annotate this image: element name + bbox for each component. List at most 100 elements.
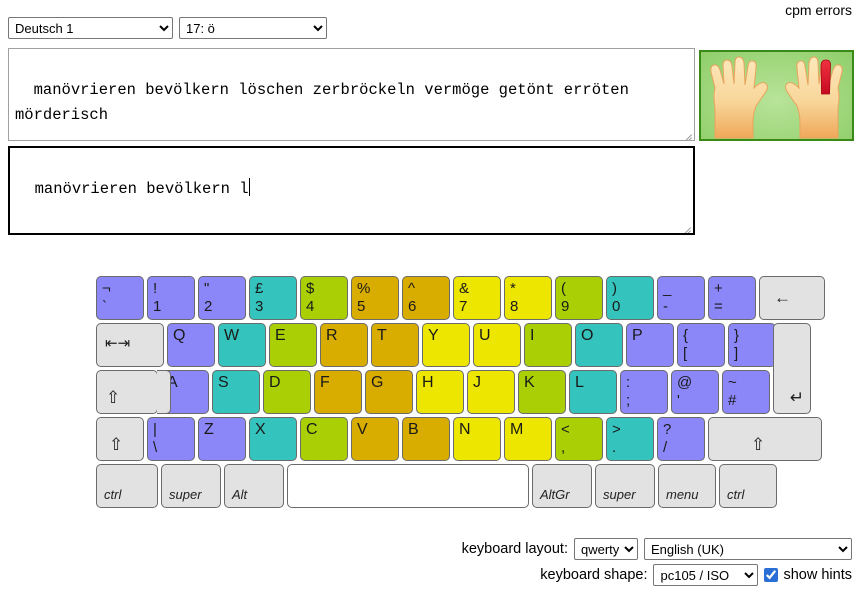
virtual-keyboard: ¬ `! 1 " 2 £3 $4% 5 ^ 6 & 7 * 8(9) 0 _ - + = ← ⇤⇥ Q W E R T Y U I O P… — [96, 276, 825, 514]
lesson-select[interactable]: Deutsch 1 — [8, 17, 173, 39]
capslock-extension[interactable] — [157, 370, 171, 414]
key-ctrl-left[interactable]: ctrl — [96, 464, 158, 508]
key-1[interactable]: ! 1 — [147, 276, 195, 320]
key-e[interactable]: E — [269, 323, 317, 367]
key-backspace[interactable]: ← — [759, 276, 825, 320]
key-9[interactable]: (9 — [555, 276, 603, 320]
key-0-label: 0 — [612, 298, 621, 315]
key-p[interactable]: P — [626, 323, 674, 367]
key-k[interactable]: K — [518, 370, 566, 414]
key-shift-right[interactable]: ⇧ — [708, 417, 822, 461]
key-ctrl-right[interactable]: ctrl — [719, 464, 777, 508]
key-z[interactable]: Z — [198, 417, 246, 461]
key-semicolon-label: ; — [626, 392, 631, 409]
key-u[interactable]: U — [473, 323, 521, 367]
keyboard-row-qwerty: ⇤⇥ Q W E R T Y U I O P {[}] — [96, 323, 779, 367]
layout-kind-select[interactable]: qwerty — [574, 538, 638, 560]
key-bracketleft-shift-label: { — [683, 327, 689, 344]
key-k-label: K — [524, 374, 535, 391]
key-bracketleft[interactable]: {[ — [677, 323, 725, 367]
key-4-label: 4 — [306, 298, 315, 315]
key-capslock[interactable]: ⇧ — [96, 370, 158, 414]
key-alt-left[interactable]: Alt — [224, 464, 284, 508]
key-l[interactable]: L — [569, 370, 617, 414]
key-i[interactable]: I — [524, 323, 572, 367]
key-l-label: L — [575, 374, 584, 391]
key-5[interactable]: % 5 — [351, 276, 399, 320]
show-hints-checkbox[interactable] — [764, 568, 779, 582]
key-tab[interactable]: ⇤⇥ — [96, 323, 164, 367]
key-v[interactable]: V — [351, 417, 399, 461]
key-enter[interactable]: ↵ — [773, 323, 811, 414]
key-e-label: E — [275, 327, 286, 344]
prompt-textarea[interactable]: manövrieren bevölkern löschen zerbröckel… — [8, 48, 695, 141]
key-g[interactable]: G — [365, 370, 413, 414]
key-shift-left[interactable]: ⇧ — [96, 417, 144, 461]
key-minus-shift-label: _ — [663, 280, 672, 297]
key-3[interactable]: £3 — [249, 276, 297, 320]
key-y[interactable]: Y — [422, 323, 470, 367]
key-minus[interactable]: _ - — [657, 276, 705, 320]
key-4[interactable]: $4 — [300, 276, 348, 320]
key-8[interactable]: * 8 — [504, 276, 552, 320]
key-f[interactable]: F — [314, 370, 362, 414]
key-n[interactable]: N — [453, 417, 501, 461]
key-3-label: 3 — [255, 298, 264, 315]
key-d[interactable]: D — [263, 370, 311, 414]
key-hash[interactable]: ~ # — [722, 370, 770, 414]
key-menu[interactable]: menu — [658, 464, 716, 508]
key-0[interactable]: ) 0 — [606, 276, 654, 320]
key-super-left[interactable]: super — [161, 464, 221, 508]
key-2-label: 2 — [204, 298, 213, 315]
key-space[interactable] — [287, 464, 529, 508]
key-quote[interactable]: @ ' — [671, 370, 719, 414]
key-slash-label: / — [663, 439, 668, 456]
key-equal-label: = — [714, 298, 723, 315]
key-2[interactable]: " 2 — [198, 276, 246, 320]
key-b-label: B — [408, 421, 419, 438]
layout-language-select[interactable]: English (UK) — [644, 538, 852, 560]
key-altgr[interactable]: AltGr — [532, 464, 592, 508]
key-backslash-shift-label: | — [153, 421, 157, 438]
key-g-label: G — [371, 374, 384, 391]
key-comma[interactable]: <, — [555, 417, 603, 461]
prompt-resize-handle[interactable] — [679, 125, 693, 139]
key-6[interactable]: ^ 6 — [402, 276, 450, 320]
key-backslash[interactable]: | \ — [147, 417, 195, 461]
typing-input-textarea[interactable]: manövrieren bevölkern l — [8, 146, 695, 235]
key-b[interactable]: B — [402, 417, 450, 461]
key-backtick[interactable]: ¬ ` — [96, 276, 144, 320]
key-x[interactable]: X — [249, 417, 297, 461]
key-q[interactable]: Q — [167, 323, 215, 367]
key-capslock-label: ⇧ — [106, 388, 121, 407]
key-u-label: U — [479, 327, 491, 344]
key-r[interactable]: R — [320, 323, 368, 367]
key-c-label: C — [306, 421, 318, 438]
key-h[interactable]: H — [416, 370, 464, 414]
key-ctrl-left-label: ctrl — [104, 487, 122, 502]
key-4-shift-label: $ — [306, 280, 315, 297]
key-s[interactable]: S — [212, 370, 260, 414]
key-c[interactable]: C — [300, 417, 348, 461]
typing-resize-handle[interactable] — [678, 218, 692, 232]
key-semicolon[interactable]: :; — [620, 370, 668, 414]
key-shift-left-label: ⇧ — [109, 435, 124, 454]
key-o[interactable]: O — [575, 323, 623, 367]
key-slash[interactable]: ? / — [657, 417, 705, 461]
key-equal[interactable]: + = — [708, 276, 756, 320]
keyboard-shape-select[interactable]: pc105 / ISO — [653, 564, 759, 586]
key-t[interactable]: T — [371, 323, 419, 367]
key-7[interactable]: & 7 — [453, 276, 501, 320]
key-y-label: Y — [428, 327, 439, 344]
key-m[interactable]: M — [504, 417, 552, 461]
character-select[interactable]: 17: ö — [179, 17, 327, 39]
key-5-label: 5 — [357, 298, 366, 315]
key-j[interactable]: J — [467, 370, 515, 414]
key-shift-right-label: ⇧ — [751, 435, 766, 454]
key-w[interactable]: W — [218, 323, 266, 367]
key-tab-label: ⇤⇥ — [105, 335, 131, 352]
key-super-right[interactable]: super — [595, 464, 655, 508]
key-backslash-label: \ — [153, 439, 158, 456]
key-bracketright[interactable]: }] — [728, 323, 776, 367]
key-period[interactable]: >. — [606, 417, 654, 461]
